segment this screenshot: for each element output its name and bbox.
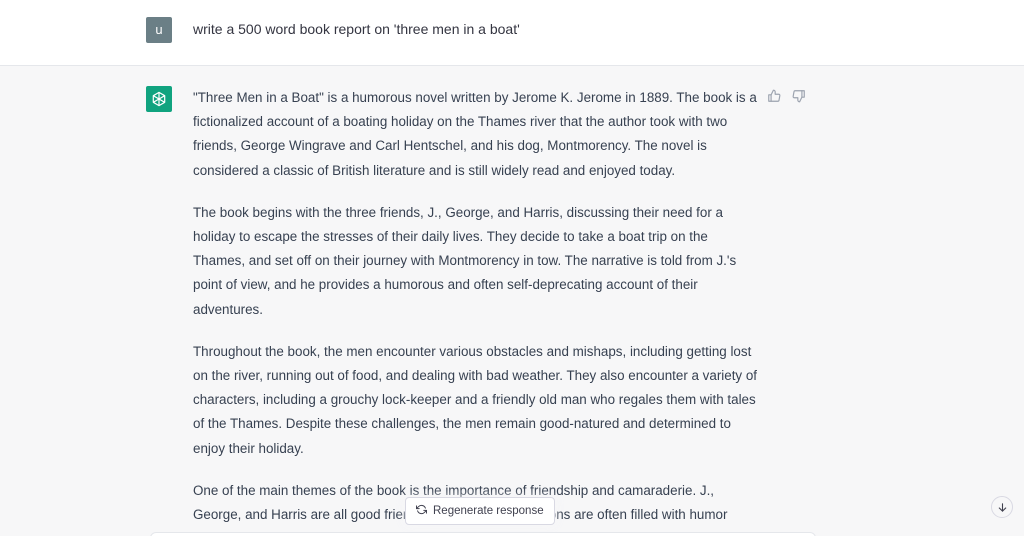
user-message-row: u write a 500 word book report on 'three… [0,0,1024,66]
arrow-down-icon[interactable] [991,496,1013,518]
thumbs-down-icon[interactable] [790,87,808,105]
regenerate-response-button[interactable]: Regenerate response [405,497,555,525]
assistant-message-row: "Three Men in a Boat" is a humorous nove… [0,66,1024,536]
user-avatar: u [146,17,172,43]
message-input-box[interactable] [150,532,816,536]
response-paragraph: The book begins with the three friends, … [193,204,737,317]
assistant-response: "Three Men in a Boat" is a humorous nove… [193,86,763,536]
chat-page: u write a 500 word book report on 'three… [0,0,1024,536]
response-paragraph: "Three Men in a Boat" is a humorous nove… [193,90,757,178]
openai-logo-icon [146,86,172,112]
thumbs-up-icon[interactable] [765,87,783,105]
user-message-text: write a 500 word book report on 'three m… [193,21,520,37]
response-paragraph: Throughout the book, the men encounter v… [193,343,758,456]
refresh-icon [415,504,428,518]
regenerate-label: Regenerate response [433,505,544,517]
